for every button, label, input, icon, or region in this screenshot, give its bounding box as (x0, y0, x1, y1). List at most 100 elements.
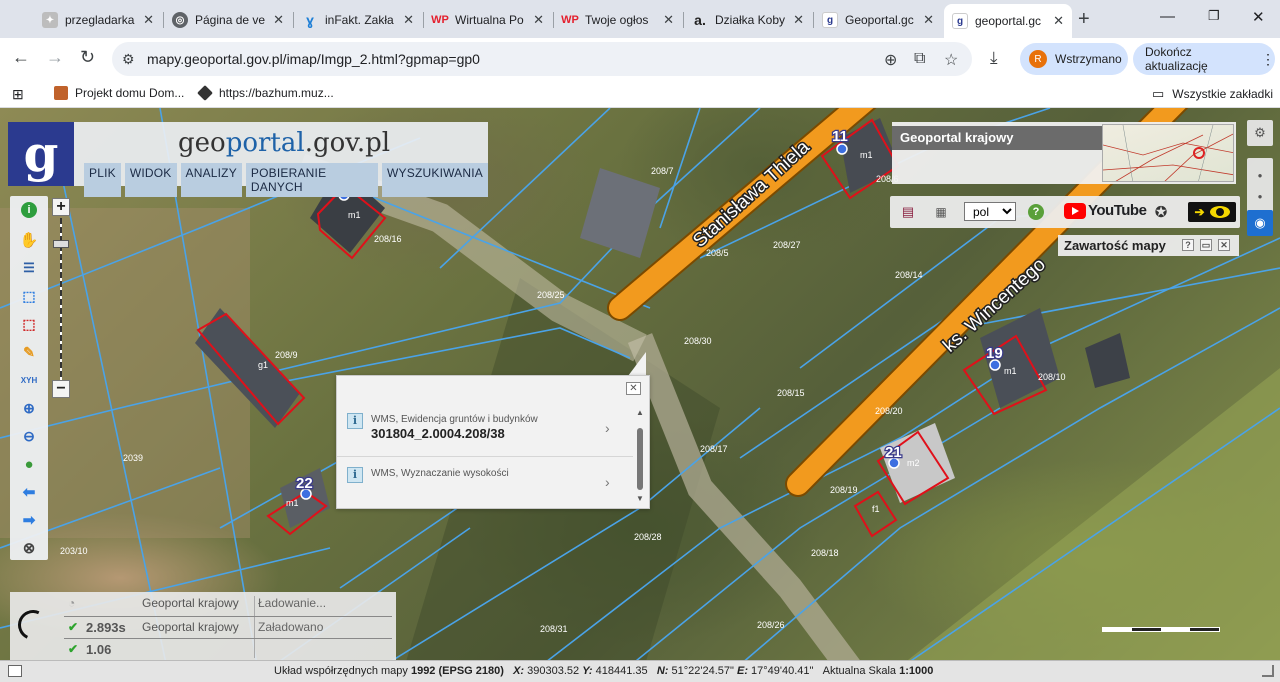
site-info-icon[interactable]: ⚙ (122, 51, 135, 68)
dot-icon[interactable]: ● (1258, 171, 1263, 180)
close-tab-icon[interactable]: ✕ (1053, 13, 1064, 29)
scroll-thumb[interactable] (637, 428, 643, 490)
n-value: 51°22'24.57" (671, 665, 734, 677)
close-panel-icon[interactable]: ✕ (1218, 239, 1230, 251)
close-tab-icon[interactable]: ✕ (923, 12, 934, 28)
select-area-icon[interactable]: ⬚ (19, 286, 39, 306)
layers-list-icon[interactable]: ☰ (19, 258, 39, 278)
clear-selection-icon[interactable]: ⬚ (19, 314, 39, 334)
maximize-icon[interactable]: ❐ (1208, 8, 1220, 24)
maximize-panel-icon[interactable]: ▭ (1200, 239, 1212, 251)
update-button[interactable]: Dokończ aktualizację ⋮ (1133, 43, 1275, 75)
close-tab-icon[interactable]: ✕ (793, 12, 804, 28)
close-window-icon[interactable]: ✕ (1252, 8, 1265, 26)
close-tab-icon[interactable]: ✕ (663, 12, 674, 28)
profile-button[interactable]: R Wstrzymano (1020, 43, 1128, 75)
install-icon[interactable]: ⧉ (914, 50, 925, 68)
close-tab-icon[interactable]: ✕ (533, 12, 544, 28)
menu-plik[interactable]: PLIK (84, 163, 121, 197)
zoom-out-magnifier-icon[interactable]: ⊖ (19, 426, 39, 446)
tools-case-icon[interactable]: ▦ (932, 202, 950, 222)
map-canvas[interactable]: Stanisława Thiela ks. Wincentego m1 g1 m… (0, 108, 1280, 682)
chevron-right-icon[interactable]: › (605, 420, 610, 436)
close-popup-icon[interactable]: ✕ (626, 382, 641, 395)
close-tab-icon[interactable]: ✕ (403, 12, 414, 28)
tab-pagina[interactable]: ◎ Página de ve ✕ (164, 6, 292, 34)
bookmark-favicon-icon (197, 85, 213, 101)
back-icon[interactable]: ← (12, 47, 30, 68)
zoom-thumb[interactable] (53, 240, 69, 248)
menu-pobieranie-danych[interactable]: POBIERANIE DANYCH (245, 163, 379, 197)
parcel-label: 208/9 (275, 350, 298, 360)
youtube-button[interactable]: YouTube (1064, 202, 1147, 219)
zoom-icon[interactable]: ⊕ (884, 50, 897, 70)
bookmark-bazhum[interactable]: https://bazhum.muz... (197, 85, 334, 101)
print-icon[interactable]: ▤ (900, 202, 916, 222)
next-view-icon[interactable]: ➡ (19, 510, 39, 530)
forward-icon[interactable]: → (46, 47, 64, 68)
apps-grid-icon[interactable]: ⊞ (12, 86, 24, 103)
map-contents-panel[interactable]: Zawartość mapy ? ▭ ✕ (1058, 235, 1239, 256)
new-tab-button[interactable]: + (1078, 8, 1090, 31)
popup-item-egib[interactable]: i WMS, Ewidencja gruntów i budynków 3018… (347, 410, 617, 456)
info-tool-icon[interactable]: i (21, 202, 37, 218)
close-tab-icon[interactable]: ✕ (273, 12, 284, 28)
parcel-label: 208/10 (1038, 372, 1066, 382)
dot-icon[interactable]: ● (1258, 192, 1263, 201)
visibility-eye-icon[interactable]: ◉ (1247, 210, 1273, 236)
url-text[interactable]: mapy.geoportal.gov.pl/imap/Imgp_2.html?g… (147, 51, 480, 67)
zoom-out-button[interactable]: − (52, 380, 70, 398)
scroll-up-icon[interactable]: ▲ (636, 408, 644, 417)
popup-item-height[interactable]: i WMS, Wyznaczanie wysokości › (347, 464, 617, 510)
draw-pencil-icon[interactable]: ✎ (19, 342, 39, 362)
geoportal-logo[interactable]: g (8, 122, 74, 186)
reset-view-icon[interactable]: ⊗ (19, 538, 39, 558)
download-icon[interactable]: ⤓ (990, 48, 998, 68)
close-tab-icon[interactable]: ✕ (143, 12, 154, 28)
minimize-icon[interactable]: — (1160, 8, 1175, 25)
building-label: m1 (286, 498, 299, 508)
tab-geoportal-1[interactable]: g Geoportal.gc ✕ (814, 6, 942, 34)
tab-twoje-ogloszenia[interactable]: WP Twoje ogłos ✕ (554, 6, 682, 34)
tab-dzialka[interactable]: a. Działka Koby ✕ (684, 6, 812, 34)
popup-scrollbar[interactable]: ▲ ▼ (635, 408, 645, 504)
previous-view-icon[interactable]: ⬅ (19, 482, 39, 502)
help-icon[interactable]: ? (1182, 239, 1194, 251)
menu-widok[interactable]: WIDOK (124, 163, 177, 197)
expand-panel-icon[interactable] (8, 665, 22, 677)
tab-infakt[interactable]: ɣ inFakt. Zakła ✕ (294, 6, 422, 34)
more-menu-icon[interactable]: ⋮ (1261, 51, 1275, 68)
help-icon[interactable]: ? (1028, 204, 1044, 220)
chevron-right-icon[interactable]: › (605, 474, 610, 490)
menu-analizy[interactable]: ANALIZY (180, 163, 242, 197)
menu-wyszukiwania[interactable]: WYSZUKIWANIA (382, 163, 488, 197)
tab-przegladarka[interactable]: ✦ przegladarka ✕ (34, 6, 162, 34)
bookmark-star-icon[interactable]: ☆ (944, 50, 958, 70)
accessibility-icon[interactable]: ✪ (1152, 202, 1170, 222)
parcel-label: 208/27 (773, 240, 801, 250)
scroll-down-icon[interactable]: ▼ (636, 494, 644, 503)
language-select[interactable]: pol (964, 202, 1016, 221)
parcel-label: 208/18 (811, 548, 839, 558)
globe-full-extent-icon[interactable]: ● (19, 454, 39, 474)
overview-mini-map[interactable] (1102, 124, 1234, 182)
all-bookmarks[interactable]: ▭ Wszystkie zakładki (1152, 86, 1273, 102)
coordinates-readout: Układ współrzędnych mapy 1992 (EPSG 2180… (274, 665, 933, 677)
pan-hand-icon[interactable]: ✋ (19, 230, 39, 250)
zoom-slider[interactable]: + − (50, 198, 72, 400)
tab-wirtualna-polska[interactable]: WP Wirtualna Po ✕ (424, 6, 552, 34)
parcel-label: 208/5 (706, 248, 729, 258)
reload-icon[interactable]: ↻ (80, 47, 95, 68)
omnibox[interactable]: ⚙ mapy.geoportal.gov.pl/imap/Imgp_2.html… (112, 42, 972, 76)
popup-item-source: WMS, Ewidencja gruntów i budynków (371, 414, 538, 425)
map-contents-title: Zawartość mapy (1064, 238, 1166, 253)
xyh-coordinates-icon[interactable]: XYH (19, 370, 39, 390)
bookmark-projekt-domu[interactable]: Projekt domu Dom... (54, 86, 184, 100)
zoom-in-button[interactable]: + (52, 198, 70, 216)
settings-icon[interactable]: ⚙ (1247, 120, 1273, 146)
tab-geoportal-active[interactable]: g geoportal.gc ✕ (944, 4, 1072, 38)
high-contrast-button[interactable]: ➔ (1188, 202, 1236, 222)
resize-handle-icon[interactable] (1262, 665, 1274, 677)
right-side-tools: ⚙ ● ● ◉ (1247, 120, 1275, 236)
zoom-in-magnifier-icon[interactable]: ⊕ (19, 398, 39, 418)
